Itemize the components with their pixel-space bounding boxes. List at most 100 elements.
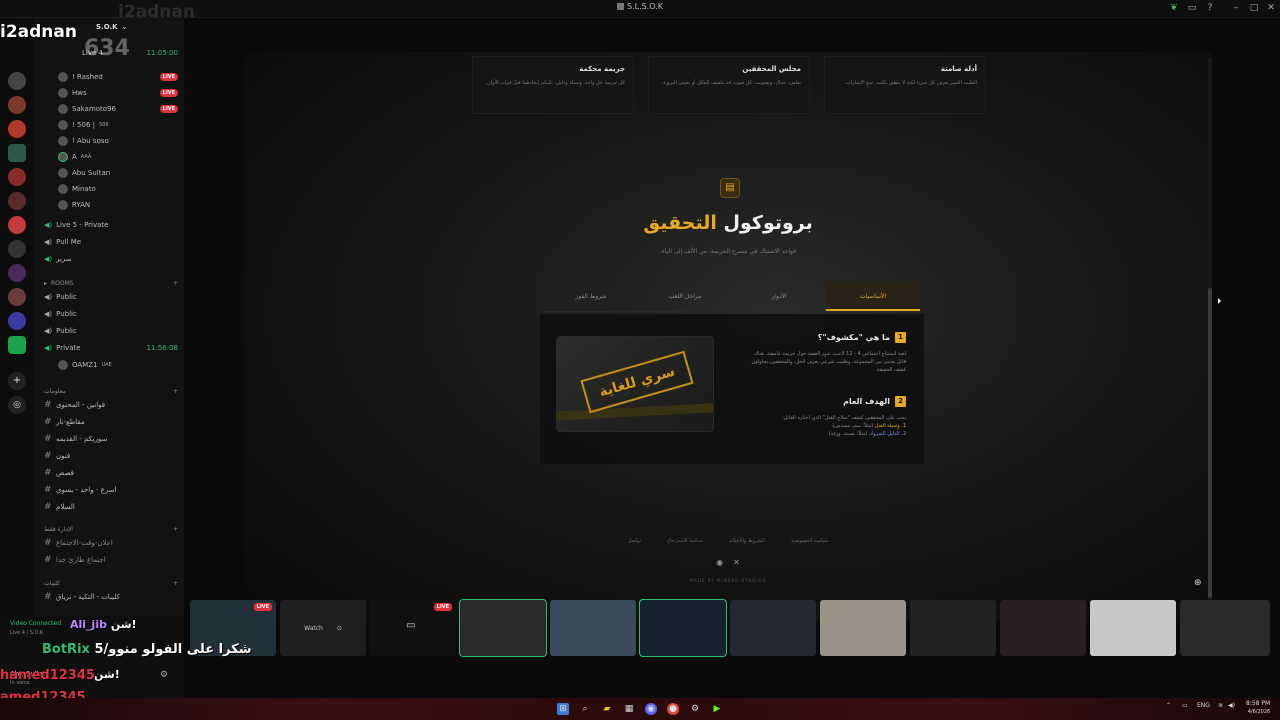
add-channel-icon[interactable]: + xyxy=(173,526,178,533)
participant-tile[interactable] xyxy=(910,600,996,656)
watch-button[interactable]: Watch xyxy=(304,625,323,632)
server-icon[interactable] xyxy=(8,312,26,330)
search-icon[interactable]: ⌕ xyxy=(579,703,591,715)
text-channel[interactable]: # اجتماع طارئ جدا xyxy=(44,553,178,567)
folder-icon[interactable]: ▰ xyxy=(601,703,613,715)
close-button[interactable]: ✕ xyxy=(1265,2,1277,14)
add-server-icon[interactable]: + xyxy=(8,372,26,390)
server-icon-active[interactable] xyxy=(8,336,26,354)
footer-link[interactable]: سياسة الاسترجاع xyxy=(667,538,703,544)
category-clips[interactable]: كليبات + xyxy=(44,576,178,590)
category-admin[interactable]: الإدارة فقط + xyxy=(44,522,178,536)
inbox-icon[interactable]: ▭ xyxy=(1186,2,1198,14)
category-rooms[interactable]: ▸ ROOMS + xyxy=(44,276,178,290)
participant-tile[interactable] xyxy=(820,600,906,656)
voice-room[interactable]: ◀) Private 11:56:08 xyxy=(44,341,178,355)
calendar-icon[interactable]: ▦ xyxy=(623,703,635,715)
text-channel[interactable]: # فنون xyxy=(44,449,178,463)
footer-link[interactable]: تواصل xyxy=(628,538,641,544)
participant-tile[interactable] xyxy=(1090,600,1176,656)
voice-room[interactable]: ◀) Public xyxy=(44,307,178,321)
text-channel[interactable]: # اعلان-وقت-الاجتماع xyxy=(44,536,178,550)
discord-icon[interactable]: ◉ xyxy=(716,558,723,567)
tab-phases[interactable]: مراحل اللعب xyxy=(638,282,732,311)
add-channel-icon[interactable]: + xyxy=(173,280,178,287)
voice-room[interactable]: ◀) Pull Me xyxy=(44,235,178,249)
server-icon[interactable] xyxy=(8,144,26,162)
maximize-button[interactable]: □ xyxy=(1248,2,1260,14)
text-channel[interactable]: # قصص xyxy=(44,466,178,480)
voice-member[interactable]: Sakamoto96 LIVE xyxy=(58,102,178,116)
start-icon[interactable]: ⊞ xyxy=(557,703,569,715)
participant-tile[interactable] xyxy=(1000,600,1086,656)
text-channel[interactable]: # اسرع - واحد - يسوي xyxy=(44,483,178,497)
voice-room[interactable]: ◀) سرير xyxy=(44,252,178,266)
text-channel[interactable]: # مقاطع-نار xyxy=(44,415,178,429)
minimize-button[interactable]: – xyxy=(1230,2,1242,14)
clock[interactable]: 8:58 PM 4/6/2026 xyxy=(1246,700,1270,716)
text-channel[interactable]: # قوانين - المحتوى xyxy=(44,398,178,412)
tab-win-conditions[interactable]: شروط الفوز xyxy=(544,282,638,311)
stream-tile[interactable]: LIVE ▭ xyxy=(370,600,456,656)
server-icon[interactable] xyxy=(8,72,26,90)
x-icon[interactable]: ✕ xyxy=(733,558,740,567)
settings-gear-icon[interactable]: ⚙ xyxy=(160,670,168,680)
server-icon[interactable] xyxy=(8,120,26,138)
voice-member[interactable]: Hws LIVE xyxy=(58,86,178,100)
help-icon[interactable]: ? xyxy=(1204,2,1216,14)
kick-icon[interactable]: ▶ xyxy=(711,703,723,715)
participant-tile[interactable] xyxy=(730,600,816,656)
text-channel[interactable]: # سوريكم - القديمه xyxy=(44,432,178,446)
top-secret-stamp: سري للغاية xyxy=(580,350,694,414)
add-channel-icon[interactable]: + xyxy=(173,388,178,395)
server-icon[interactable] xyxy=(8,288,26,306)
watch-stream-tile[interactable]: Watch ⊙ xyxy=(280,600,366,656)
voice-member[interactable]: ! Abu soso xyxy=(58,134,178,148)
participant-tile[interactable] xyxy=(459,599,547,657)
add-channel-icon[interactable]: + xyxy=(173,580,178,587)
website-view: جريمة محكمة كل جريمة حل واحد، وسيلة ودلي… xyxy=(244,52,1212,622)
text-channel[interactable]: # كليبات - التكية - ترياق xyxy=(44,590,178,604)
volume-icon[interactable]: ◀) xyxy=(1228,702,1235,709)
voice-member[interactable]: ! 506 | 506 xyxy=(58,118,178,132)
voice-member[interactable]: A AAA xyxy=(58,150,178,164)
voice-member[interactable]: ! Rashed LIVE xyxy=(58,70,178,84)
discover-icon[interactable]: ◎ xyxy=(8,396,26,414)
text-channel[interactable]: # السلام xyxy=(44,500,178,514)
server-name[interactable]: S.O.K ⌄ xyxy=(96,20,178,34)
voice-member[interactable]: RYAN xyxy=(58,198,178,212)
voice-room[interactable]: ◀) Public xyxy=(44,290,178,304)
server-icon[interactable] xyxy=(8,168,26,186)
tab-roles[interactable]: الأدوار xyxy=(732,282,826,311)
voice-member[interactable]: OAMZ1 UAE xyxy=(58,358,178,372)
wifi-icon[interactable]: ≋ xyxy=(1218,702,1223,709)
server-icon[interactable] xyxy=(8,96,26,114)
page-scrollbar[interactable] xyxy=(1208,58,1212,608)
category-info[interactable]: معلومات + xyxy=(44,384,178,398)
made-by: MADE BY MINDKO STUDIOS xyxy=(689,578,767,583)
steam-icon[interactable]: ⚙ xyxy=(689,703,701,715)
server-icon[interactable] xyxy=(8,264,26,282)
server-icon[interactable] xyxy=(8,240,26,258)
voice-room[interactable]: ◀) Live 5 - Private xyxy=(44,218,178,232)
tray-chevron-icon[interactable]: ⌃ xyxy=(1166,702,1171,709)
zoom-icon[interactable]: ⊕ xyxy=(1194,578,1202,588)
discord-icon[interactable]: ◉ xyxy=(645,703,657,715)
footer-link[interactable]: الشروط والأحكام xyxy=(729,538,765,544)
popout-icon[interactable]: ⊙ xyxy=(337,625,342,632)
language-indicator[interactable]: ENG xyxy=(1197,702,1210,709)
tray-network-icon[interactable]: ▭ xyxy=(1182,702,1188,709)
tab-basics[interactable]: الأساسيات xyxy=(826,282,920,311)
voice-member[interactable]: Abu Sultan xyxy=(58,166,178,180)
participant-tile[interactable] xyxy=(550,600,636,656)
participant-tile[interactable] xyxy=(1180,600,1270,656)
footer-link[interactable]: سياسة الخصوصية xyxy=(791,538,828,544)
server-icon[interactable] xyxy=(8,192,26,210)
voice-room[interactable]: ◀) Public xyxy=(44,324,178,338)
participant-tile[interactable] xyxy=(639,599,727,657)
voice-member[interactable]: Minato xyxy=(58,182,178,196)
chrome-icon[interactable]: ● xyxy=(667,703,679,715)
scrollbar-thumb[interactable] xyxy=(1208,288,1212,598)
leaf-icon[interactable]: ❦ xyxy=(1168,2,1180,14)
server-icon[interactable] xyxy=(8,216,26,234)
